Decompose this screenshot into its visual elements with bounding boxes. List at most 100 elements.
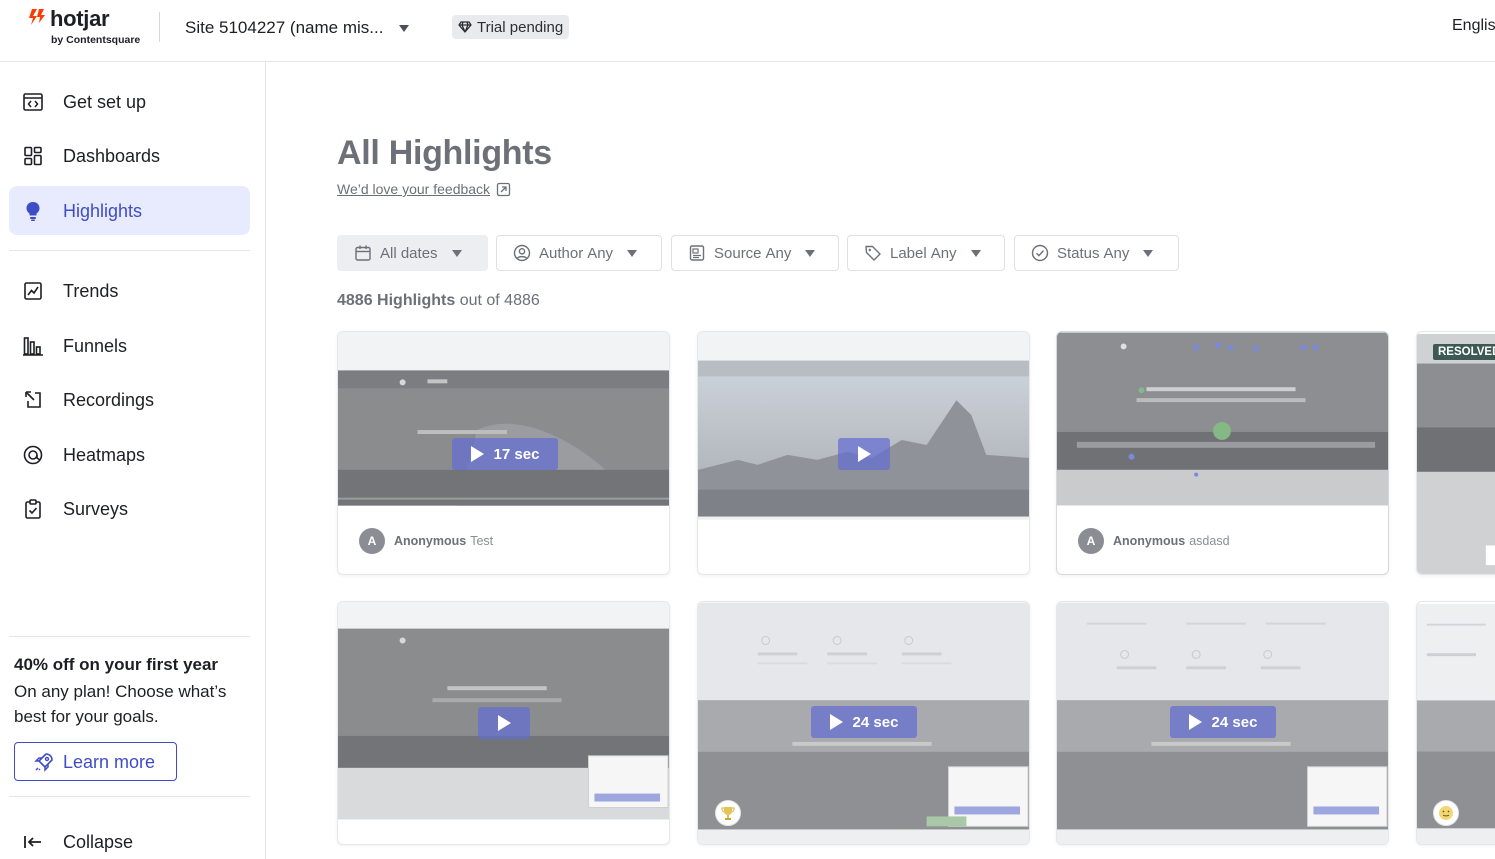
smiley-emoji-icon [1433,800,1459,826]
sidebar-divider [9,796,250,797]
play-icon [829,714,843,730]
filter-value: Any [930,244,957,262]
chevron-down-icon [399,24,410,32]
play-button[interactable] [838,438,890,470]
duration-label: 17 sec [493,445,540,463]
sidebar-item-label: Recordings [63,390,155,410]
learn-more-label: Learn more [63,752,156,772]
diamond-icon [458,21,472,33]
site-name: Site 5104227 (name mis... [185,18,384,37]
author-name: Anonymous [1113,534,1186,548]
thumbnail-header [338,602,669,628]
sidebar-item-label: Trends [63,281,119,301]
highlights-count: 4886 Highlights out of 4886 [337,292,540,310]
sidebar-item-dashboards[interactable]: Dashboards [9,131,250,180]
highlight-card[interactable]: A Anonymous asdasd [1056,331,1389,575]
sidebar: Get set up Dashboards Highlights Trends [0,62,266,859]
logo-wordmark: hotjar [50,6,110,31]
header-divider [159,12,160,42]
sidebar-item-get-set-up[interactable]: Get set up [9,77,250,126]
highlight-card[interactable] [337,601,670,845]
sidebar-item-heatmaps[interactable]: Heatmaps [9,430,250,479]
sidebar-item-trends[interactable]: Trends [9,266,250,315]
sidebar-item-label: Get set up [63,92,147,112]
tag-icon [865,245,881,261]
funnel-bars-icon [23,337,43,356]
filter-label: All dates [380,244,438,262]
play-button[interactable]: 24 sec [811,706,917,738]
filter-label: Source [714,244,762,262]
collapse-arrow-icon [24,836,41,848]
source-filter[interactable]: Source Any [671,235,839,271]
highlight-card[interactable] [697,331,1030,575]
hotjar-logo[interactable]: hotjar by Contentsquare [28,6,158,52]
collapse-sidebar-button[interactable]: Collapse [9,826,250,858]
hotjar-logo-mark-icon [29,9,45,25]
language-selector[interactable]: Englis [1452,17,1495,35]
play-button[interactable]: 17 sec [452,438,558,470]
status-filter[interactable]: Status Any [1014,235,1179,271]
filter-label: Author [539,244,584,262]
play-button[interactable] [478,707,530,739]
lightbulb-icon [26,202,40,221]
play-icon [1188,714,1202,730]
author-filter[interactable]: Author Any [496,235,662,271]
highlight-card[interactable] [1416,601,1495,845]
recording-thumbnail [1057,332,1388,506]
highlight-card[interactable]: 24 sec [1056,601,1389,845]
resolved-badge: RESOLVED [1433,344,1495,360]
highlight-note: Test [470,534,494,548]
top-bar: hotjar by Contentsquare Site 5104227 (na… [0,0,1495,62]
source-doc-icon [689,245,705,261]
sidebar-item-label: Highlights [63,201,143,221]
filter-label: Label [890,244,927,262]
filter-value: Any [1103,244,1130,262]
duration-label: 24 sec [1211,713,1258,731]
card-footer: A Anonymous Test [359,528,493,554]
trial-badge-label: Trial pending [477,18,564,36]
feedback-link-label: We’d love your feedback [337,181,491,197]
external-link-icon [496,182,511,196]
trend-chart-icon [24,282,42,300]
highlight-card[interactable]: 24 sec [697,601,1030,845]
sidebar-item-label: Heatmaps [63,445,146,465]
avatar: A [359,528,385,554]
chevron-down-icon [805,249,816,257]
highlight-card[interactable]: RESOLVED [1416,331,1495,575]
sidebar-item-highlights[interactable]: Highlights [9,186,250,235]
filter-value: Any [765,244,792,262]
sidebar-divider [9,636,250,637]
clipboard-check-icon [25,499,41,519]
logo-subtitle: by Contentsquare [51,34,141,46]
thumbnail-header [338,332,669,370]
check-circle-icon [1031,244,1049,262]
feedback-link[interactable]: We’d love your feedback [337,181,511,197]
sidebar-item-recordings[interactable]: Recordings [9,375,250,424]
learn-more-button[interactable]: Learn more [14,742,177,781]
sidebar-item-surveys[interactable]: Surveys [9,484,250,533]
sidebar-item-funnels[interactable]: Funnels [9,321,250,370]
date-filter[interactable]: All dates [337,235,488,271]
chevron-down-icon [627,249,638,257]
sidebar-item-label: Dashboards [63,146,161,166]
sidebar-item-label: Surveys [63,499,129,519]
label-filter[interactable]: Label Any [847,235,1005,271]
code-window-icon [23,93,43,111]
play-icon [470,446,484,462]
collapse-label: Collapse [63,832,134,852]
recording-icon [25,391,41,408]
heatmap-icon [23,445,43,465]
trial-status-badge[interactable]: Trial pending [452,15,570,39]
duration-label: 24 sec [852,713,899,731]
promo-text: On any plan! Choose what’s best for your… [14,682,227,726]
site-selector[interactable]: Site 5104227 (name mis... [185,14,410,42]
user-circle-icon [513,244,531,262]
sidebar-item-label: Funnels [63,336,128,356]
chevron-down-icon [451,249,462,257]
main-content: All Highlights We’d love your feedback A… [267,62,1495,859]
play-icon [857,446,871,462]
play-button[interactable]: 24 sec [1170,706,1276,738]
highlight-card[interactable]: 17 sec A Anonymous Test [337,331,670,575]
thumbnail-header [698,332,1029,360]
sidebar-divider [9,250,250,251]
